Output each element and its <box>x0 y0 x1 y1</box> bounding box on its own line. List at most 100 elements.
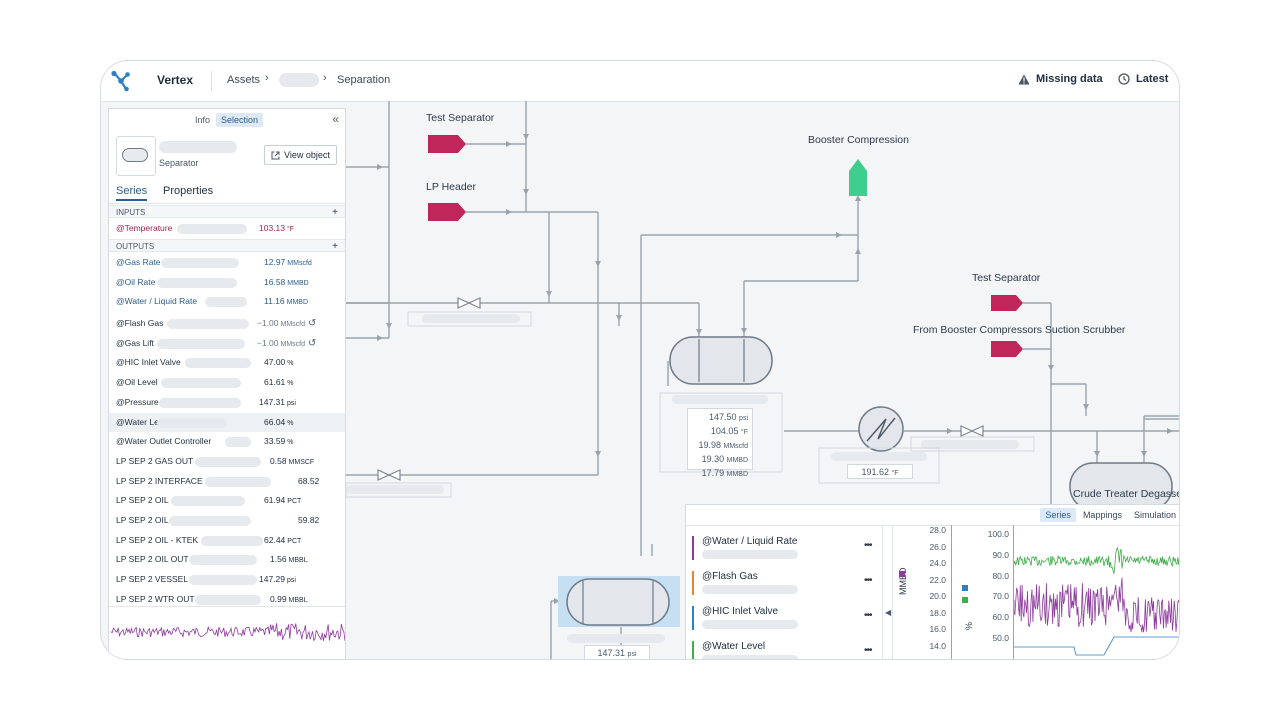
more-options-icon[interactable]: ••• <box>864 610 872 621</box>
add-output-icon[interactable]: + <box>332 240 338 253</box>
collapse-arrow-icon[interactable]: ◀ <box>885 608 891 617</box>
series-row[interactable]: @Flash Gas −1.00 MMscfd ↺ <box>109 314 345 334</box>
label-test-separator: Test Separator <box>426 112 495 124</box>
latest-label: Latest <box>1136 73 1169 85</box>
more-options-icon[interactable]: ••• <box>864 540 872 551</box>
subtab-properties[interactable]: Properties <box>163 185 213 197</box>
series-tag-redacted <box>702 585 798 594</box>
tab-mappings[interactable]: Mappings <box>1078 508 1127 522</box>
series-value: 147.31 psi <box>259 396 296 407</box>
series-row[interactable]: LP SEP 2 VESSEL 147.29 psi <box>109 570 345 590</box>
trend-water-level <box>1014 546 1179 574</box>
label-from-booster: From Booster Compressors Suction Scrubbe… <box>913 324 1126 336</box>
series-tag-redacted <box>195 456 261 467</box>
left-axis-tick: 28.0 <box>929 525 946 535</box>
series-color-stripe <box>692 571 694 595</box>
legend-marker <box>899 571 905 577</box>
series-value: 33.59% <box>264 436 294 447</box>
left-axis-tick: 16.0 <box>929 624 946 634</box>
series-row[interactable]: @Water Outlet Controller 33.59% <box>109 432 345 452</box>
series-name: LP SEP 2 VESSEL <box>116 574 188 585</box>
view-object-button[interactable]: View object <box>264 145 337 165</box>
left-axis-tick: 26.0 <box>929 541 946 552</box>
trend-chart[interactable] <box>1014 525 1180 660</box>
series-tag-redacted <box>177 224 247 234</box>
series-tag-redacted <box>171 496 245 507</box>
trend-hic-inlet-valve <box>1014 636 1179 656</box>
series-row[interactable]: @Oil Level 61.61% <box>109 373 345 393</box>
series-name: LP SEP 2 GAS OUT <box>116 455 194 466</box>
series-row[interactable]: @Gas Rate 12.97 MMscfd <box>109 253 345 273</box>
chart-series-item[interactable]: @Water Level ••• <box>692 641 872 659</box>
series-row[interactable]: LP SEP 2 OIL 61.94 PCT <box>109 491 345 511</box>
series-name: LP SEP 2 INTERFACE <box>116 475 203 486</box>
vessel-readout[interactable]: 147.31 psi <box>584 645 650 659</box>
vertex-logo-icon[interactable] <box>109 69 133 93</box>
tab-series[interactable]: Series <box>1040 508 1076 522</box>
breadcrumb-redacted[interactable] <box>279 73 319 87</box>
more-options-icon[interactable]: ••• <box>864 645 872 656</box>
label-crude-treater: Crude Treater Degasser <box>1073 488 1180 500</box>
series-sparkline[interactable] <box>109 606 345 659</box>
left-axis-tick: 18.0 <box>929 607 946 618</box>
series-row[interactable]: @Gas Lift −1.00 MMscfd ↺ <box>109 334 345 354</box>
latest-button[interactable]: Latest <box>1118 73 1168 85</box>
subtab-series[interactable]: Series <box>116 185 148 201</box>
series-row[interactable]: LP SEP 2 OIL 59.82 <box>109 511 345 531</box>
panel-tabs: Info Selection « <box>109 109 345 131</box>
tab-info[interactable]: Info <box>190 113 215 127</box>
series-tag-redacted <box>157 338 245 349</box>
missing-data-button[interactable]: Missing data <box>1018 73 1103 85</box>
left-axis-tick: 22.0 <box>929 574 946 585</box>
chart-series-item[interactable]: @Flash Gas ••• <box>692 571 872 601</box>
series-name: @Oil Rate <box>116 276 156 287</box>
top-bar: Vertex Assets › › Separation Missing dat… <box>101 61 1179 102</box>
heater-readout[interactable]: 191.62 °F <box>847 464 913 479</box>
right-axis-tick: 80.0 <box>992 570 1009 581</box>
series-tag-redacted <box>205 297 247 308</box>
tab-selection[interactable]: Selection <box>216 113 264 127</box>
series-tag-redacted <box>169 516 251 526</box>
series-tag-redacted <box>189 555 257 566</box>
series-tag-redacted <box>702 550 798 559</box>
chart-series-item[interactable]: @HIC Inlet Valve ••• <box>692 606 872 636</box>
series-row[interactable]: LP SEP 2 GAS OUT 0.58 MMSCF <box>109 452 345 472</box>
series-name: @Gas Rate <box>116 257 161 267</box>
label-lp-header: LP Header <box>426 181 477 193</box>
series-row[interactable]: @Water Level 66.04% <box>109 412 345 433</box>
series-row[interactable]: LP SEP 2 OIL - KTEK 62.44 PCT <box>109 531 345 551</box>
series-row[interactable]: @HIC Inlet Valve 47.00% <box>109 353 345 373</box>
right-axis-tick: 90.0 <box>992 549 1009 560</box>
breadcrumb-assets[interactable]: Assets <box>227 74 260 86</box>
object-type: Separator <box>159 158 199 168</box>
separator-readout[interactable]: 147.50 psi 104.05 °F 19.98 MMscfd 19.30 … <box>687 408 753 478</box>
series-name: @Water Outlet Controller <box>116 436 212 447</box>
more-options-icon[interactable]: ••• <box>864 575 872 586</box>
divider <box>211 71 212 91</box>
series-value: 61.61% <box>264 377 294 388</box>
series-name: LP SEP 2 OIL - KTEK <box>116 534 199 545</box>
series-row[interactable]: LP SEP 2 OIL OUT 1.56 MBBL <box>109 550 345 570</box>
series-row[interactable]: LP SEP 2 INTERFACE 68.52 <box>109 472 345 492</box>
history-icon[interactable]: ↺ <box>308 334 316 354</box>
add-input-icon[interactable]: + <box>332 206 338 219</box>
series-value: −1.00 MMscfd <box>257 337 306 348</box>
collapse-icon[interactable]: « <box>332 112 339 126</box>
right-axis-tick: 50.0 <box>992 633 1009 643</box>
right-axis-label: % <box>964 621 974 630</box>
series-name: @HIC Inlet Valve <box>702 606 779 617</box>
series-color-stripe <box>692 606 694 630</box>
series-row[interactable]: @Temperature 103.13 °F <box>109 219 345 239</box>
series-tag-redacted <box>167 319 249 329</box>
series-row[interactable]: @Pressure 147.31 psi <box>109 393 345 413</box>
series-row[interactable]: @Oil Rate 16.58 MMBD <box>109 273 345 293</box>
chart-series-item[interactable]: @Water / Liquid Rate ••• <box>692 536 872 566</box>
series-value: 62.44 PCT <box>264 534 302 545</box>
series-tag-redacted <box>185 358 251 369</box>
series-row[interactable]: @Water / Liquid Rate 11.16 MMBD <box>109 292 345 312</box>
series-name: @Oil Level <box>116 377 158 388</box>
tab-simulation[interactable]: Simulation <box>1129 508 1179 522</box>
series-value: 103.13 °F <box>259 223 295 233</box>
history-icon[interactable]: ↺ <box>308 314 316 334</box>
series-value: 12.97 MMscfd <box>264 257 312 267</box>
